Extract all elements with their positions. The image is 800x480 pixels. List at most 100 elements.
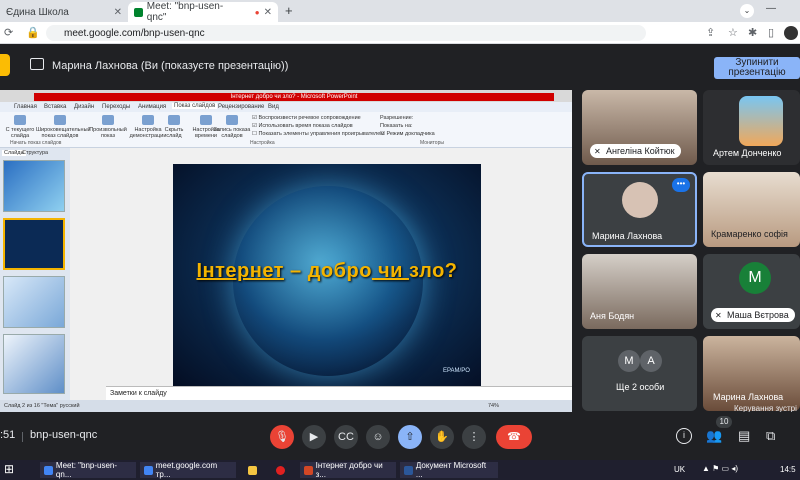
- taskbar-item-meet[interactable]: Meet: "bnp-usen-qn...: [40, 461, 136, 479]
- divider: [22, 432, 23, 442]
- star-icon[interactable]: ☆: [728, 26, 738, 39]
- avatar: М: [739, 262, 771, 294]
- pp-ribbon: С текущего слайда Широковещательный пока…: [0, 112, 572, 148]
- camera-icon[interactable]: ▶: [302, 425, 326, 449]
- browser-toolbar: ⟳ 🔒 meet.google.com/bnp-usen-qnc ⇪ ☆ ✱ ▯: [0, 22, 800, 44]
- ribbon-tab[interactable]: Рецензирование: [218, 104, 264, 110]
- ribbon-tab[interactable]: Анимация: [138, 104, 166, 110]
- avatar: [622, 182, 658, 218]
- broadcast-icon: [54, 115, 66, 125]
- language-indicator[interactable]: UK: [674, 465, 685, 474]
- participant-tile-self[interactable]: Марина Лахнова •••: [582, 172, 697, 247]
- sidebar-icon[interactable]: ▯: [768, 26, 774, 39]
- ribbon-checkbox[interactable]: ☑ Использовать время показа слайдов: [252, 122, 384, 130]
- ribbon-button[interactable]: Произвольный показ: [88, 115, 128, 139]
- slide-thumbnail-4[interactable]: [3, 334, 65, 394]
- monitor-label: Показать на:: [380, 123, 413, 129]
- ribbon-tab[interactable]: Главная: [14, 104, 37, 110]
- participant-tile[interactable]: Марина Лахнова: [703, 336, 800, 411]
- participant-name: Ще 2 особи: [616, 382, 665, 392]
- taskbar-label: meet.google.com тр...: [155, 461, 218, 479]
- leave-call-icon[interactable]: ☎: [496, 425, 532, 449]
- emoji-icon[interactable]: ☺: [366, 425, 390, 449]
- extensions-icon[interactable]: ✱: [748, 26, 757, 39]
- pane-tab-outline[interactable]: Структура: [22, 150, 48, 156]
- ribbon-checkbox[interactable]: ☐ Показать элементы управления проигрыва…: [252, 130, 384, 138]
- ribbon-tab[interactable]: Переходы: [102, 104, 130, 110]
- close-icon[interactable]: ✕: [114, 7, 122, 18]
- participant-tile[interactable]: Артем Донченко: [703, 90, 800, 165]
- meeting-time: :51: [0, 429, 16, 441]
- raise-hand-icon[interactable]: ✋: [430, 425, 454, 449]
- folder-icon: [248, 465, 257, 475]
- ribbon-button[interactable]: С текущего слайда: [0, 115, 40, 139]
- word-icon: [404, 465, 413, 475]
- participant-tile[interactable]: Крамаренко софія: [703, 172, 800, 247]
- show-on-select[interactable]: Показать на:: [380, 122, 435, 130]
- activities-icon[interactable]: ⧉: [766, 428, 775, 444]
- captions-icon[interactable]: CC: [334, 425, 358, 449]
- stop-presenting-button[interactable]: Зупинити презентацію: [714, 57, 800, 79]
- tray-icons[interactable]: ▲ ⚑ ▭ ◂): [702, 464, 738, 473]
- slide-word: добро: [307, 260, 372, 282]
- mic-off-icon[interactable]: 🎙: [270, 425, 294, 449]
- pp-status-bar: Слайд 2 из 16 "Тема" русский 74%: [0, 400, 572, 412]
- setup-icon: [142, 115, 154, 125]
- chat-icon[interactable]: ▤: [738, 428, 750, 444]
- more-icon[interactable]: ⋮: [462, 425, 486, 449]
- taskbar-item-chrome[interactable]: meet.google.com тр...: [140, 461, 236, 479]
- close-icon[interactable]: ✕: [264, 7, 272, 18]
- slide-thumbnail-3[interactable]: [3, 276, 65, 328]
- participant-tile[interactable]: М Маша Вєтрова ✕: [703, 254, 800, 329]
- browser-tab-strip: Єдина Школа ✕ Meet: "bnp-usen-qnc" ● ✕ +…: [0, 0, 800, 23]
- meet-logo-edge: [0, 54, 10, 76]
- ribbon-tab-active[interactable]: Показ слайдов: [172, 103, 218, 109]
- start-icon[interactable]: ⊞: [4, 462, 14, 476]
- reload-icon[interactable]: ⟳: [4, 26, 13, 39]
- slide-thumbnail-1[interactable]: [3, 160, 65, 212]
- taskbar-item-powerpoint[interactable]: Інтернет добро чи з...: [300, 461, 396, 479]
- ribbon-button[interactable]: Запись показа слайдов: [212, 115, 252, 139]
- notes-field[interactable]: Заметки к слайду: [106, 386, 572, 400]
- participant-tile[interactable]: Ангеліна Койтюк ✕: [582, 90, 697, 165]
- tab-title: Meet: "bnp-usen-qnc": [146, 1, 224, 23]
- tab-edyna-shkola[interactable]: Єдина Школа ✕: [0, 2, 128, 22]
- ribbon-tab[interactable]: Вид: [268, 104, 279, 110]
- mic-off-icon: ✕: [715, 311, 722, 320]
- presenter-view-checkbox[interactable]: ☐ Режим докладчика: [380, 130, 435, 138]
- ribbon-button[interactable]: Широковещательный показ слайдов: [36, 115, 91, 139]
- info-icon[interactable]: i: [676, 428, 692, 444]
- taskbar-item-opera[interactable]: [272, 462, 292, 478]
- share-icon[interactable]: ⇪: [706, 26, 715, 39]
- current-slide: Інтернет – добро чи зло? EPAM/PO: [173, 164, 481, 386]
- taskbar-item-word[interactable]: Документ Microsoft ...: [400, 461, 498, 479]
- participant-name: Крамаренко софія: [711, 229, 788, 239]
- more-options-icon[interactable]: •••: [672, 178, 690, 192]
- ribbon-group-label: Мониторы: [420, 140, 444, 146]
- ribbon-label: Запись показа слайдов: [213, 127, 251, 139]
- resolution-select[interactable]: Разрешение:: [380, 114, 435, 122]
- tab-meet[interactable]: Meet: "bnp-usen-qnc" ● ✕: [128, 1, 278, 23]
- timing-icon: [200, 115, 212, 125]
- participant-tile[interactable]: Аня Бодян: [582, 254, 697, 329]
- address-bar[interactable]: meet.google.com/bnp-usen-qnc: [46, 25, 646, 41]
- ribbon-label: С текущего слайда: [5, 127, 35, 139]
- ribbon-tab[interactable]: Дизайн: [74, 104, 94, 110]
- presenting-label: Марина Лахнова (Ви (показуєте презентаці…: [52, 60, 289, 72]
- minimize-icon[interactable]: —: [766, 3, 776, 14]
- custom-show-icon: [102, 115, 114, 125]
- participant-name: Артем Донченко: [713, 148, 782, 158]
- monitor-options: Разрешение: Показать на: ☐ Режим докладч…: [380, 114, 435, 138]
- taskbar-item-explorer[interactable]: [244, 462, 264, 478]
- new-tab-icon[interactable]: +: [285, 3, 293, 18]
- chevron-down-icon[interactable]: ⌄: [740, 4, 754, 18]
- avatar[interactable]: [784, 26, 798, 40]
- ribbon-checkbox[interactable]: ☑ Воспроизвести речевое сопровождение: [252, 114, 384, 122]
- others-tile[interactable]: М А Ще 2 особи: [582, 336, 697, 411]
- present-now-icon[interactable]: ⇧: [398, 425, 422, 449]
- ribbon-tab[interactable]: Вставка: [44, 104, 66, 110]
- tab-title: Єдина Школа: [6, 6, 69, 18]
- people-icon[interactable]: 👥: [706, 428, 722, 444]
- slide-word: Інтернет: [196, 260, 284, 282]
- slide-thumbnail-2-selected[interactable]: [3, 218, 65, 270]
